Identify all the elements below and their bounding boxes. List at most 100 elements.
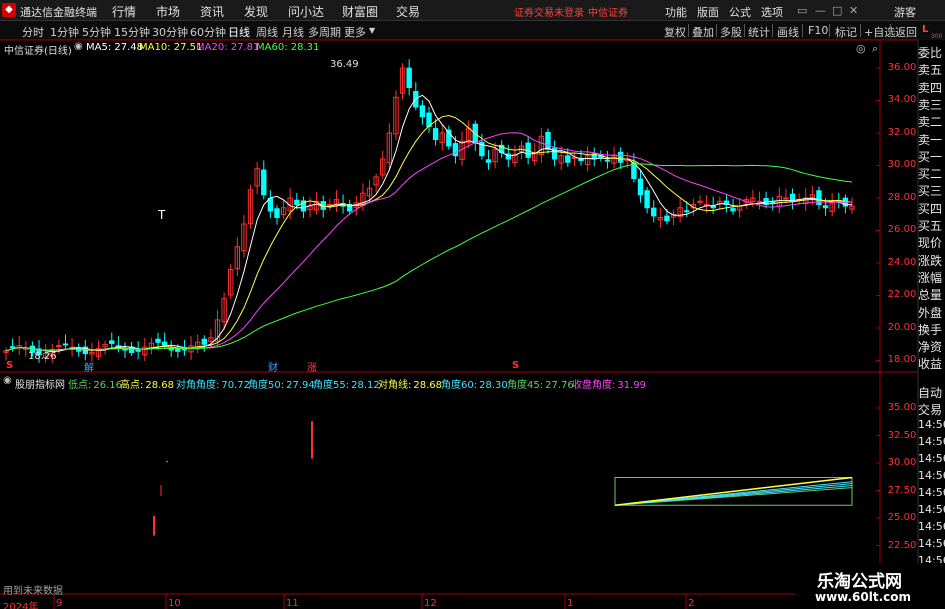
side-panel-row[interactable]: 委比 <box>918 44 945 61</box>
stock-title[interactable]: 中信证券(日线) <box>4 42 72 57</box>
menu-xuanxiang[interactable]: 选项 <box>761 4 783 20</box>
side-panel-lower-row[interactable]: 14:56 <box>918 537 945 550</box>
tab-1min[interactable]: 1分钟 <box>50 24 79 40</box>
side-panel-lower-row[interactable]: 14:56 <box>918 452 945 465</box>
toolbar-divider <box>890 24 891 37</box>
menu-gongshi[interactable]: 公式 <box>729 4 751 20</box>
btn-f10[interactable]: F10 <box>808 24 828 37</box>
restore-window-icon[interactable]: ▭ <box>797 4 807 17</box>
tab-15min[interactable]: 15分钟 <box>114 24 150 40</box>
side-panel-row[interactable]: 外盘 <box>918 304 945 321</box>
btn-diejia[interactable]: 叠加 <box>692 24 714 40</box>
side-panel-row[interactable]: 总量 <box>918 286 945 303</box>
candle-body <box>452 143 459 157</box>
menu-caifuquan[interactable]: 财富圈 <box>342 3 378 20</box>
more-chevron-icon[interactable]: ▼ <box>369 26 375 35</box>
side-panel-row[interactable]: 卖三 <box>918 96 945 113</box>
side-panel-lower-row[interactable]: 14:56 <box>918 435 945 448</box>
side-panel-lower-row[interactable]: 14:56 <box>918 503 945 516</box>
side-panel-row[interactable]: 现价 <box>918 234 945 251</box>
side-panel-lower-row[interactable]: 14:56 <box>918 486 945 499</box>
side-panel-row[interactable]: 卖四 <box>918 79 945 96</box>
btn-biaoji[interactable]: 标记 <box>835 24 857 40</box>
side-panel-row[interactable]: 买五 <box>918 217 945 234</box>
candle-body <box>505 153 512 160</box>
candle-body <box>769 201 776 204</box>
menu-faxian[interactable]: 发现 <box>244 3 268 20</box>
side-panel-row[interactable]: 涨幅 <box>918 269 945 286</box>
s-marker[interactable]: S <box>6 360 13 371</box>
candle-body <box>717 200 723 205</box>
menu-shichang[interactable]: 市场 <box>156 3 180 20</box>
menu-zixun[interactable]: 资讯 <box>200 3 224 20</box>
search-icon[interactable]: ⌕ <box>872 42 878 56</box>
side-panel-lower-row[interactable]: 14:56 <box>918 520 945 533</box>
tab-multi-period[interactable]: 多周期 <box>308 24 341 40</box>
side-panel-row[interactable]: 卖五 <box>918 61 945 78</box>
candle-body <box>532 152 538 162</box>
btn-tongji[interactable]: 统计 <box>748 24 770 40</box>
menu-gongneng[interactable]: 功能 <box>665 4 687 20</box>
tab-60min[interactable]: 60分钟 <box>190 24 226 40</box>
menu-banmian[interactable]: 版面 <box>697 4 719 20</box>
s-marker[interactable]: S <box>512 360 519 371</box>
login-status[interactable]: 证券交易未登录 <box>514 4 584 19</box>
indicator-settings-icon[interactable]: ◉ <box>3 375 12 386</box>
tab-weekly[interactable]: 周线 <box>256 24 278 40</box>
indicator-value-2: 对角角度: 70.72 <box>176 376 250 391</box>
side-panel-row[interactable]: 换手 <box>918 321 945 338</box>
tab-more[interactable]: 更多 <box>344 24 366 40</box>
side-panel-row[interactable]: 买四 <box>918 200 945 217</box>
candle-body <box>591 153 597 160</box>
indicator-tick-label: 30.00 <box>887 457 917 468</box>
cai-marker[interactable]: 财 <box>268 359 278 374</box>
candle-body <box>56 345 62 348</box>
zhang-marker[interactable]: 涨 <box>307 359 317 374</box>
maximize-icon[interactable]: □ <box>832 4 842 17</box>
t-marker: T <box>158 208 166 222</box>
side-panel-lower-row[interactable]: 14:56 <box>918 418 945 431</box>
indicator-value-label: 对角线: <box>378 380 412 391</box>
side-panel-row[interactable]: 收益 <box>918 355 945 372</box>
jie-marker[interactable]: 解 <box>84 359 94 374</box>
candle-body <box>485 159 492 163</box>
x-axis-month: 12 <box>424 598 437 609</box>
tab-monthly[interactable]: 月线 <box>282 24 304 40</box>
side-panel-row[interactable]: 净资 <box>918 338 945 355</box>
ma-settings-icon[interactable]: ◉ <box>74 41 83 52</box>
btn-duogu[interactable]: 多股 <box>720 24 742 40</box>
tab-5min[interactable]: 5分钟 <box>82 24 111 40</box>
side-panel-row[interactable]: 卖二 <box>918 113 945 130</box>
side-panel-row[interactable]: 涨跌 <box>918 252 945 269</box>
btn-back[interactable]: 返回 <box>895 24 917 40</box>
side-panel-row[interactable]: 卖一 <box>918 131 945 148</box>
candle-body <box>545 132 551 150</box>
toolbar-divider <box>688 24 689 37</box>
btn-huaxian[interactable]: 画线 <box>777 24 799 40</box>
side-panel-row[interactable]: 买三 <box>918 182 945 199</box>
tab-fenshi[interactable]: 分时 <box>22 24 44 40</box>
side-panel-lower-row[interactable]: 交易 <box>918 401 945 418</box>
guest-button[interactable]: 游客 <box>894 4 916 20</box>
broker-name[interactable]: 中信证券 <box>588 4 628 19</box>
candle-body <box>829 202 835 212</box>
btn-fuquan[interactable]: 复权 <box>664 24 686 40</box>
candle-body <box>320 201 326 210</box>
menu-hangqing[interactable]: 行情 <box>112 3 136 20</box>
menu-wenxiaoda[interactable]: 问小达 <box>288 3 324 20</box>
close-icon[interactable]: ✕ <box>849 4 858 17</box>
side-panel-lower-row[interactable]: 14:56 <box>918 469 945 482</box>
menu-jiaoyi[interactable]: 交易 <box>396 3 420 20</box>
tab-daily[interactable]: 日线 <box>228 24 250 40</box>
candle-body <box>518 145 525 153</box>
bulb-icon[interactable]: ◎ <box>856 42 866 55</box>
kline-chart <box>0 39 919 609</box>
indicator-name[interactable]: 股朋指标网 <box>15 376 65 391</box>
tab-30min[interactable]: 30分钟 <box>152 24 188 40</box>
side-panel-row[interactable]: 买二 <box>918 165 945 182</box>
diagonal-line <box>614 476 853 506</box>
candle-body <box>201 338 207 345</box>
side-panel-row[interactable]: 买一 <box>918 148 945 165</box>
side-panel-lower-row[interactable]: 自动 <box>918 384 945 401</box>
minimize-icon[interactable]: — <box>815 4 826 17</box>
